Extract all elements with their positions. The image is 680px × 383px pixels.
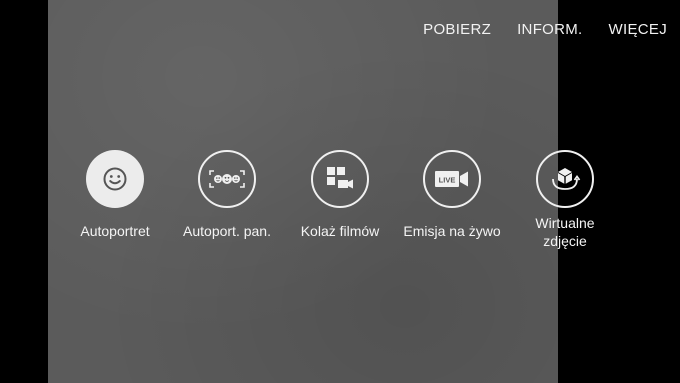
mode-virtual-shot[interactable]: Wirtualne zdjęcie xyxy=(505,150,625,250)
top-menu: POBIERZ INFORM. WIĘCEJ xyxy=(397,20,667,40)
live-badge: LIVE xyxy=(439,176,456,185)
virtual-shot-icon xyxy=(552,168,581,190)
video-collage-icon xyxy=(327,167,353,189)
mode-selfie-button[interactable] xyxy=(86,150,144,208)
mode-live-broadcast-button[interactable]: LIVE xyxy=(423,150,481,208)
mode-video-collage[interactable]: Kolaż filmów xyxy=(280,150,400,240)
mode-selfie-label: Autoportret xyxy=(80,223,150,239)
mode-panorama-selfie-label: Autoport. pan. xyxy=(183,223,271,239)
mode-panorama-selfie[interactable]: Autoport. pan. xyxy=(167,150,287,240)
mode-selfie[interactable]: Autoportret xyxy=(55,150,175,240)
more-button[interactable]: WIĘCEJ xyxy=(583,20,667,40)
mode-virtual-shot-label-line2: zdjęcie xyxy=(543,233,587,249)
camera-screen: POBIERZ INFORM. WIĘCEJ Autoportret Autop… xyxy=(0,0,680,383)
mode-live-broadcast[interactable]: LIVE Emisja na żywo xyxy=(392,150,512,240)
mode-panorama-selfie-button[interactable] xyxy=(198,150,256,208)
info-button[interactable]: INFORM. xyxy=(491,20,582,40)
mode-video-collage-label: Kolaż filmów xyxy=(300,223,380,239)
camera-mode-list: Autoportret Autoport. pan. Kolaż filmów … xyxy=(0,150,680,260)
selfie-face-icon xyxy=(103,167,127,191)
live-broadcast-icon: LIVE xyxy=(435,171,468,187)
mode-virtual-shot-label: Wirtualne zdjęcie xyxy=(525,214,605,250)
mode-live-broadcast-label: Emisja na żywo xyxy=(403,223,501,239)
download-button[interactable]: POBIERZ xyxy=(397,20,491,40)
mode-video-collage-button[interactable] xyxy=(311,150,369,208)
panorama-selfie-icon xyxy=(209,170,245,188)
mode-virtual-shot-button[interactable] xyxy=(536,150,594,208)
mode-virtual-shot-label-line1: Wirtualne xyxy=(535,215,595,231)
